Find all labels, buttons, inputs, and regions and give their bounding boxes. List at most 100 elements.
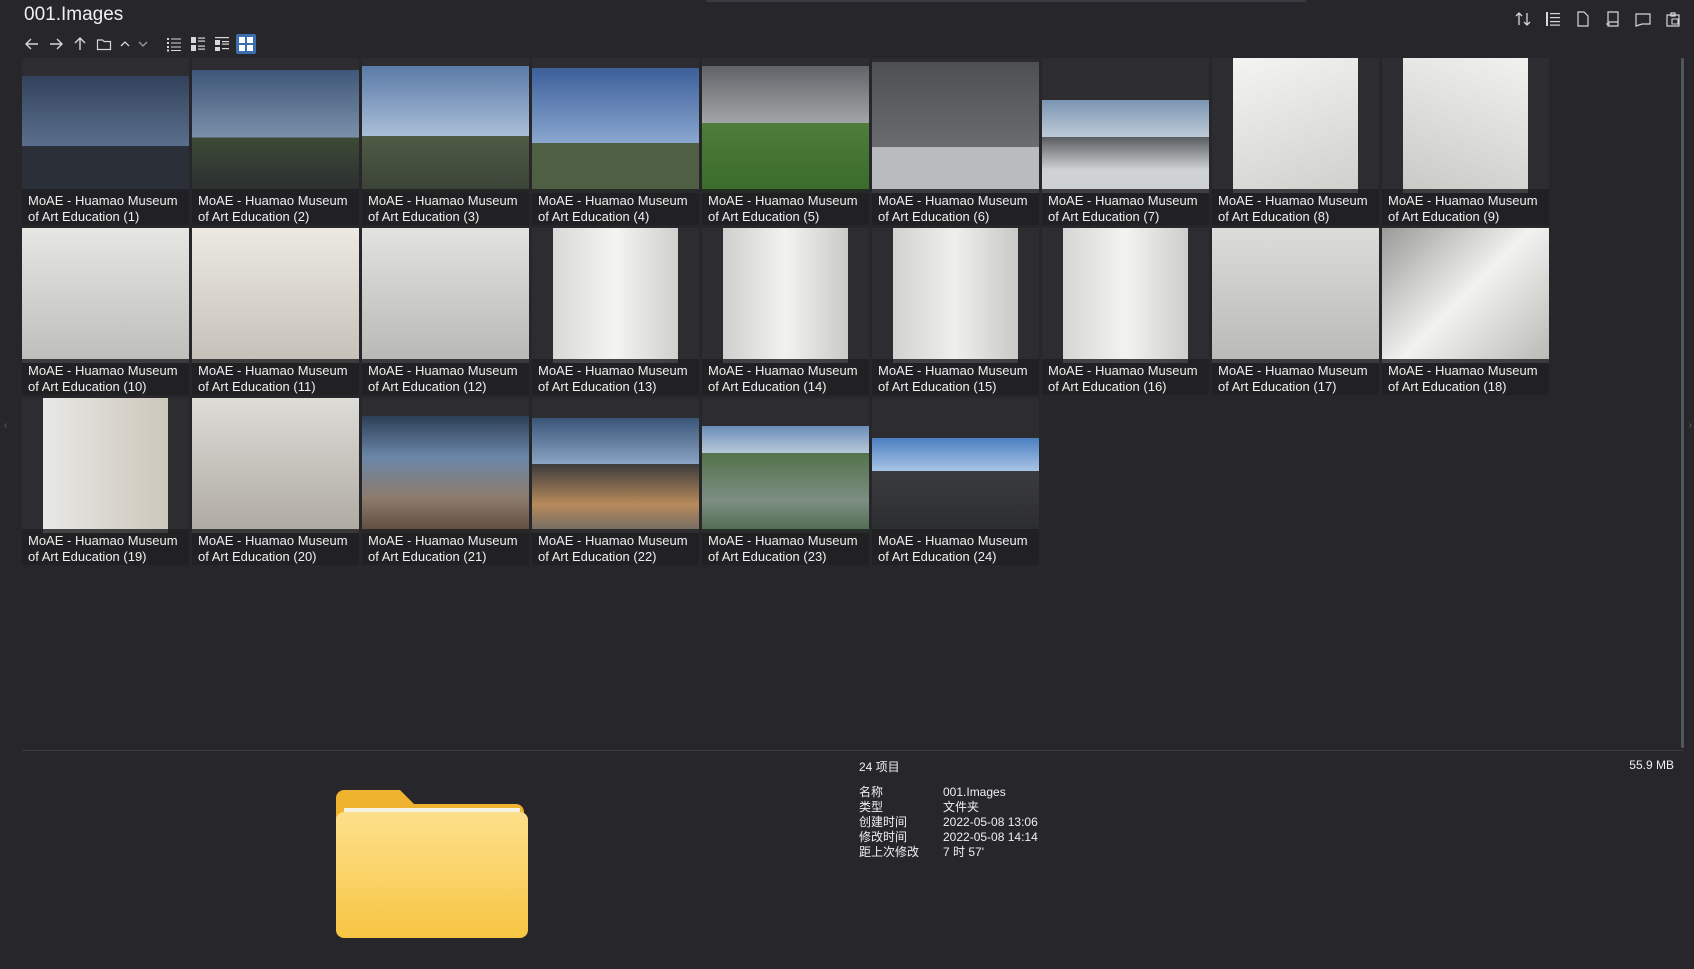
property-key: 名称	[859, 785, 884, 799]
group-icon[interactable]	[1542, 8, 1564, 30]
file-tile[interactable]: MoAE - Huamao Museum of Art Education (2…	[192, 58, 359, 225]
image-thumbnail	[532, 68, 699, 193]
clipboard-icon[interactable]	[1662, 8, 1684, 30]
file-tile[interactable]: MoAE - Huamao Museum of Art Education (3…	[362, 58, 529, 225]
file-name-label: MoAE - Huamao Museum of Art Education (6…	[872, 189, 1039, 225]
file-name-label: MoAE - Huamao Museum of Art Education (2…	[362, 529, 529, 565]
image-thumbnail	[702, 66, 869, 193]
preview-pane-icon[interactable]	[1632, 8, 1654, 30]
file-name-label: MoAE - Huamao Museum of Art Education (9…	[1382, 189, 1549, 225]
file-tile[interactable]: MoAE - Huamao Museum of Art Education (9…	[1382, 58, 1549, 225]
file-tile[interactable]: MoAE - Huamao Museum of Art Education (1…	[362, 228, 529, 395]
left-pane-arrow-icon[interactable]: ‹	[4, 420, 7, 431]
image-thumbnail	[723, 228, 848, 363]
property-value: 001.Images	[943, 785, 1006, 799]
image-thumbnail	[362, 66, 529, 193]
thumbnail-grid: MoAE - Huamao Museum of Art Education (1…	[22, 58, 1662, 748]
file-tile[interactable]: MoAE - Huamao Museum of Art Education (1…	[1212, 228, 1379, 395]
folder-icon[interactable]	[94, 34, 114, 54]
file-tile[interactable]: MoAE - Huamao Museum of Art Education (6…	[872, 58, 1039, 225]
file-tile[interactable]: MoAE - Huamao Museum of Art Education (1…	[22, 58, 189, 225]
image-thumbnail	[192, 228, 359, 363]
image-thumbnail	[192, 398, 359, 533]
file-tile[interactable]: MoAE - Huamao Museum of Art Education (1…	[1042, 228, 1209, 395]
image-thumbnail	[1212, 228, 1379, 363]
chevron-up-icon[interactable]	[118, 34, 132, 54]
folder-preview-icon	[336, 782, 528, 938]
image-thumbnail	[362, 416, 529, 533]
image-thumbnail	[362, 228, 529, 363]
image-thumbnail	[43, 398, 168, 533]
layout-icon[interactable]	[1602, 8, 1624, 30]
chevron-down-icon[interactable]	[136, 34, 150, 54]
image-thumbnail	[1233, 58, 1358, 193]
property-row: 距上次修改 7 时 57'	[859, 845, 1038, 860]
list-view-icon[interactable]	[164, 34, 184, 54]
file-tile[interactable]: MoAE - Huamao Museum of Art Education (2…	[362, 398, 529, 565]
file-tile[interactable]: MoAE - Huamao Museum of Art Education (1…	[532, 228, 699, 395]
new-file-icon[interactable]	[1572, 8, 1594, 30]
file-tile[interactable]: MoAE - Huamao Museum of Art Education (5…	[702, 58, 869, 225]
back-icon[interactable]	[22, 34, 42, 54]
nav-toolbar	[22, 34, 256, 54]
file-tile[interactable]: MoAE - Huamao Museum of Art Education (2…	[192, 398, 359, 565]
file-tile[interactable]: MoAE - Huamao Museum of Art Education (2…	[532, 398, 699, 565]
thumbnail-view-icon[interactable]	[236, 34, 256, 54]
image-thumbnail	[553, 228, 678, 363]
file-name-label: MoAE - Huamao Museum of Art Education (5…	[702, 189, 869, 225]
file-tile[interactable]: MoAE - Huamao Museum of Art Education (4…	[532, 58, 699, 225]
sort-icon[interactable]	[1512, 8, 1534, 30]
file-name-label: MoAE - Huamao Museum of Art Education (1…	[532, 359, 699, 395]
file-name-label: MoAE - Huamao Museum of Art Education (1…	[22, 529, 189, 565]
file-name-label: MoAE - Huamao Museum of Art Education (1…	[1042, 359, 1209, 395]
property-value: 7 时 57'	[943, 845, 984, 859]
image-thumbnail	[702, 426, 869, 533]
image-thumbnail	[22, 76, 189, 193]
file-tile[interactable]: MoAE - Huamao Museum of Art Education (1…	[702, 228, 869, 395]
image-thumbnail	[872, 438, 1039, 533]
file-tile[interactable]: MoAE - Huamao Museum of Art Education (1…	[872, 228, 1039, 395]
up-icon[interactable]	[70, 34, 90, 54]
file-tile[interactable]: MoAE - Huamao Museum of Art Education (1…	[22, 398, 189, 565]
image-thumbnail	[22, 228, 189, 363]
image-thumbnail	[1042, 100, 1209, 193]
property-row: 类型 文件夹	[859, 800, 1038, 815]
right-pane-arrow-icon[interactable]: ›	[1689, 420, 1692, 431]
file-tile[interactable]: MoAE - Huamao Museum of Art Education (7…	[1042, 58, 1209, 225]
file-name-label: MoAE - Huamao Museum of Art Education (2…	[192, 189, 359, 225]
file-tile[interactable]: MoAE - Huamao Museum of Art Education (1…	[1382, 228, 1549, 395]
tiles-view-icon[interactable]	[212, 34, 232, 54]
property-key: 距上次修改	[859, 845, 920, 859]
property-row: 创建时间 2022-05-08 13:06	[859, 815, 1038, 830]
property-key: 创建时间	[859, 815, 908, 829]
file-name-label: MoAE - Huamao Museum of Art Education (1…	[872, 359, 1039, 395]
forward-icon[interactable]	[46, 34, 66, 54]
file-name-label: MoAE - Huamao Museum of Art Education (2…	[702, 529, 869, 565]
property-value: 2022-05-08 13:06	[943, 815, 1038, 829]
file-name-label: MoAE - Huamao Museum of Art Education (2…	[192, 529, 359, 565]
window-title: 001.Images	[24, 4, 124, 25]
details-view-icon[interactable]	[188, 34, 208, 54]
file-tile[interactable]: MoAE - Huamao Museum of Art Education (1…	[22, 228, 189, 395]
file-name-label: MoAE - Huamao Museum of Art Education (1…	[702, 359, 869, 395]
total-size: 55.9 MB	[1629, 758, 1674, 772]
item-count: 24 项目	[859, 760, 900, 774]
image-thumbnail	[1382, 228, 1549, 363]
image-thumbnail	[1063, 228, 1188, 363]
image-thumbnail	[192, 70, 359, 193]
file-tile[interactable]: MoAE - Huamao Museum of Art Education (2…	[872, 398, 1039, 565]
file-tile[interactable]: MoAE - Huamao Museum of Art Education (8…	[1212, 58, 1379, 225]
image-thumbnail	[893, 228, 1018, 363]
property-key: 修改时间	[859, 830, 908, 844]
file-tile[interactable]: MoAE - Huamao Museum of Art Education (1…	[192, 228, 359, 395]
details-panel: 24 项目 名称 001.Images 类型 文件夹 创建时间 2022-05-08 13…	[859, 758, 1038, 860]
file-name-label: MoAE - Huamao Museum of Art Education (7…	[1042, 189, 1209, 225]
file-name-label: MoAE - Huamao Museum of Art Education (1…	[1212, 359, 1379, 395]
vertical-scrollbar[interactable]	[1681, 58, 1684, 748]
file-tile[interactable]: MoAE - Huamao Museum of Art Education (2…	[702, 398, 869, 565]
file-name-label: MoAE - Huamao Museum of Art Education (2…	[872, 529, 1039, 565]
details-divider	[22, 750, 1684, 751]
file-name-label: MoAE - Huamao Museum of Art Education (1…	[22, 189, 189, 225]
property-key: 类型	[859, 800, 884, 814]
file-name-label: MoAE - Huamao Museum of Art Education (3…	[362, 189, 529, 225]
